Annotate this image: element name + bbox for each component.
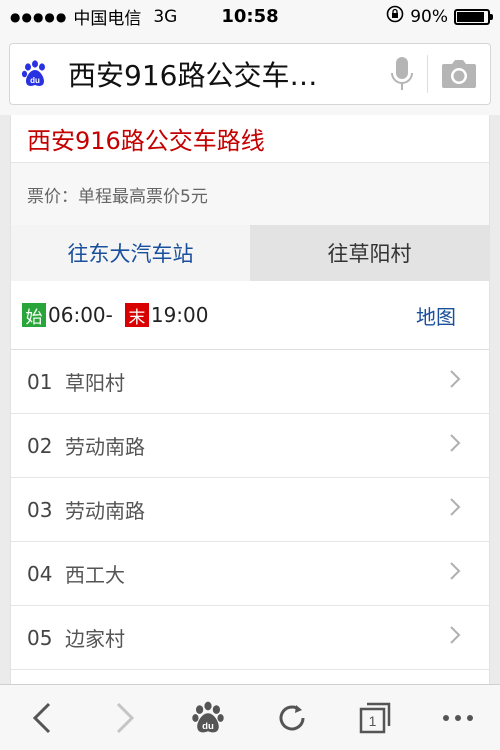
carrier-name: 中国电信 — [73, 9, 142, 29]
stop-number: 01 — [27, 369, 53, 394]
stop-name: 西工大 — [65, 563, 125, 587]
tab-to-caoyang-village[interactable]: 往草阳村 — [250, 225, 489, 281]
forward-button[interactable] — [95, 693, 155, 743]
chevron-left-icon — [32, 702, 50, 733]
direction-tabs: 往东大汽车站 往草阳村 — [11, 225, 489, 281]
rotation-lock-icon — [386, 5, 404, 28]
status-right: 90% — [386, 5, 493, 28]
svg-text:du: du — [30, 76, 40, 85]
fare-info: 票价：单程最高票价5元 — [11, 163, 489, 225]
search-box[interactable]: du 西安916路公交车… — [9, 43, 491, 105]
stop-number: 05 — [27, 625, 53, 650]
list-item[interactable]: 01 草阳村 — [11, 350, 489, 414]
tabs-icon: 1 — [359, 702, 391, 733]
microphone-icon[interactable] — [377, 55, 427, 93]
bottom-toolbar: du 1 — [0, 684, 500, 750]
chevron-right-icon — [449, 433, 461, 458]
stop-number: 02 — [27, 433, 53, 458]
status-left: ●●●●● 中国电信 3G — [10, 4, 178, 30]
stop-number: 03 — [27, 497, 53, 522]
stop-name: 边家村 — [65, 627, 125, 651]
battery-percent: 90% — [410, 6, 448, 27]
more-dots-icon — [443, 714, 474, 721]
route-title[interactable]: 西安916路公交车路线 — [11, 115, 489, 163]
last-bus-tag: 末 — [124, 303, 149, 328]
tabs-button[interactable]: 1 — [345, 693, 405, 743]
stop-list: 01 草阳村 02 劳动南路 03 劳动南路 04 西工大 05 边家村 — [11, 350, 489, 670]
battery-fill — [457, 11, 484, 22]
status-bar: ●●●●● 中国电信 3G 10:58 90% — [0, 0, 500, 33]
first-bus-time: 06:00- — [48, 303, 113, 327]
search-header: du 西安916路公交车… — [0, 33, 500, 115]
network-type: 3G — [153, 6, 178, 27]
back-button[interactable] — [12, 693, 72, 743]
baidu-paw-icon[interactable]: du — [10, 59, 60, 89]
last-bus-time: 19:00 — [150, 303, 209, 327]
signal-strength-icon: ●●●●● — [10, 9, 68, 24]
stop-name: 劳动南路 — [65, 499, 145, 523]
refresh-button[interactable] — [262, 693, 322, 743]
baidu-paw-icon: du — [192, 701, 225, 732]
list-item[interactable]: 05 边家村 — [11, 606, 489, 670]
route-card: 西安916路公交车路线 票价：单程最高票价5元 往东大汽车站 往草阳村 始 06… — [10, 115, 490, 685]
refresh-icon — [279, 704, 305, 730]
list-item[interactable]: 03 劳动南路 — [11, 478, 489, 542]
map-link[interactable]: 地图 — [416, 301, 456, 330]
chevron-right-icon — [449, 561, 461, 586]
stop-name: 草阳村 — [65, 371, 125, 395]
more-button[interactable] — [428, 693, 488, 743]
stop-number: 04 — [27, 561, 53, 586]
tab-count: 1 — [369, 713, 377, 729]
first-bus-tag: 始 — [22, 303, 46, 328]
chevron-right-icon — [449, 625, 461, 650]
list-item[interactable]: 04 西工大 — [11, 542, 489, 606]
baidu-home-button[interactable]: du — [178, 693, 238, 743]
battery-icon — [454, 8, 493, 25]
search-query-text[interactable]: 西安916路公交车… — [60, 54, 377, 94]
chevron-right-icon — [449, 497, 461, 522]
chevron-right-icon — [116, 702, 135, 733]
list-item[interactable]: 02 劳动南路 — [11, 414, 489, 478]
tab-to-dongda-bus-station[interactable]: 往东大汽车站 — [11, 225, 250, 281]
stop-name: 劳动南路 — [65, 435, 145, 459]
svg-text:du: du — [202, 720, 214, 731]
chevron-right-icon — [449, 369, 461, 394]
camera-icon[interactable] — [428, 59, 490, 89]
service-hours: 始 06:00- 末 19:00 地图 — [11, 281, 489, 350]
